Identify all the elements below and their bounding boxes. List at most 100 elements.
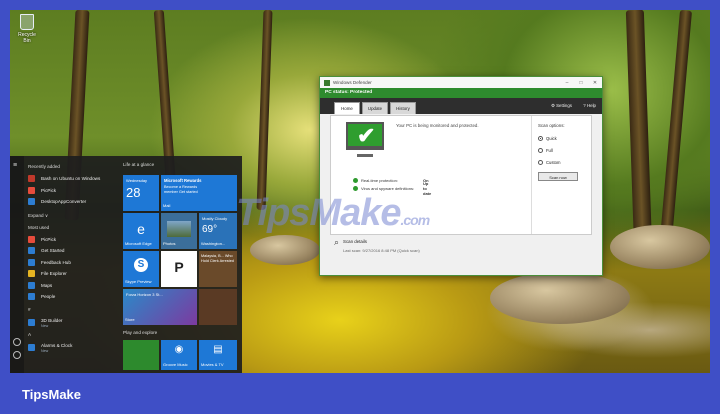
app-item[interactable]: Bash on Ubuntu on Windows	[28, 173, 123, 185]
maximize-icon[interactable]: □	[574, 80, 588, 86]
app-label: Feedback Hub	[41, 259, 71, 265]
app-item[interactable]: PicPick	[28, 185, 123, 197]
app-list: Recently added Bash on Ubuntu on Windows…	[28, 162, 123, 355]
tab-home[interactable]: Home	[334, 102, 360, 114]
app-item[interactable]: DesktopAppConverter	[28, 196, 123, 208]
app-item[interactable]: Feedback Hub	[28, 257, 123, 269]
expand-link[interactable]: Expand ∨	[28, 213, 123, 219]
a-header: A	[28, 331, 32, 337]
option-label: Full	[546, 148, 553, 153]
power-icon[interactable]	[13, 351, 21, 359]
status-bar: PC status: Protected	[320, 88, 602, 98]
app-label: File Explorer	[41, 271, 67, 277]
app-label: Bash on Ubuntu on Windows	[41, 176, 101, 182]
hash-header: #	[28, 306, 31, 312]
weather-temp: 69°	[202, 224, 218, 235]
option-label: Quick	[546, 136, 557, 141]
app-item[interactable]: People	[28, 291, 123, 303]
scan-details-heading[interactable]: Scan details	[343, 239, 420, 244]
window-titlebar: Windows Defender – □ ✕	[320, 77, 602, 88]
app-item[interactable]: 3D Builder New	[28, 316, 123, 330]
people-icon	[28, 293, 35, 301]
movies-tile[interactable]: ▤ Movies & TV	[199, 340, 237, 370]
weather-condition: Mostly Cloudy	[202, 216, 228, 221]
ok-status-icon	[353, 186, 358, 191]
app-item[interactable]: Alarms & Clock New	[28, 341, 123, 355]
defender-app-icon	[324, 79, 330, 86]
skype-tile[interactable]: S Skype Preview	[123, 251, 159, 287]
definitions-label: Virus and spyware definitions:	[361, 186, 415, 191]
tile-area: Life at a glance Wednesday 28 Microsoft …	[123, 162, 241, 370]
app-item[interactable]: File Explorer	[28, 268, 123, 280]
search-icon: ⌕	[334, 237, 340, 247]
scan-option-full[interactable]: Full	[538, 148, 585, 153]
picpick-icon	[28, 235, 35, 243]
help-link[interactable]: ? Help	[583, 103, 596, 108]
defender-window: Windows Defender – □ ✕ PC status: Protec…	[319, 76, 603, 276]
hamburger-icon[interactable]: ≡	[13, 162, 21, 170]
scan-options: Scan options: Quick Full Custom Scan now	[531, 116, 585, 234]
app-label: PicPick	[41, 236, 57, 242]
forza-label: Forza Horizon 3 St...	[126, 292, 163, 297]
maps-icon	[28, 281, 35, 289]
tab-update[interactable]: Update	[362, 102, 388, 114]
settings-gear-icon[interactable]	[13, 338, 21, 346]
photo-tile[interactable]	[199, 289, 237, 325]
close-icon[interactable]: ✕	[588, 80, 602, 86]
app-sub-label: New	[41, 348, 49, 353]
ok-status-icon	[353, 178, 358, 183]
feedback-icon	[28, 258, 35, 266]
radio-button[interactable]	[538, 136, 543, 141]
start-rail: ≡	[10, 156, 24, 373]
brand-label: TipsMake	[22, 387, 82, 402]
picpick-icon	[28, 186, 35, 194]
scan-option-custom[interactable]: Custom	[538, 160, 585, 165]
river-rock	[490, 272, 630, 324]
app-item[interactable]: Get Started	[28, 245, 123, 257]
xbox-tile[interactable]	[123, 340, 159, 370]
watermark-suffix: .com	[400, 212, 430, 228]
forza-tile[interactable]: Forza Horizon 3 St... Store	[123, 289, 197, 325]
scan-now-button[interactable]: Scan now	[538, 172, 578, 181]
mail-label: Mail	[163, 203, 171, 209]
settings-link[interactable]: ⚙ Settings	[551, 103, 572, 109]
radio-button[interactable]	[538, 148, 543, 153]
scan-option-quick[interactable]: Quick	[538, 136, 585, 141]
last-scan-text: Last scan: 9/27/2016 8:48 PM (Quick scan…	[343, 248, 420, 253]
news-tile[interactable]: Malaysia, B... Who Hold Clerk Arrested	[199, 251, 237, 287]
minimize-icon[interactable]: –	[560, 80, 574, 86]
app-item[interactable]: Maps	[28, 280, 123, 292]
photos-tile[interactable]: Photos	[161, 213, 197, 249]
groove-tile[interactable]: ◉ Groove Music	[161, 340, 197, 370]
start-menu: ≡ Recently added Bash on Ubuntu on Windo…	[10, 156, 242, 373]
rewards-title: Microsoft Rewards	[164, 178, 202, 183]
monitor-stand	[357, 154, 373, 157]
help-label: Help	[586, 103, 596, 108]
checkmark-icon: ✔	[357, 123, 376, 148]
picsart-tile[interactable]: P	[161, 251, 197, 287]
river-rock	[250, 235, 320, 265]
recycle-bin-icon[interactable]: Recycle Bin	[14, 14, 40, 44]
definitions-row: Virus and spyware definitions: Up to date	[353, 181, 431, 196]
edge-label: Microsoft Edge	[125, 241, 152, 247]
app-sub-label: New	[41, 323, 49, 328]
news-text: Malaysia, B... Who Hold Clerk Arrested	[201, 254, 234, 263]
folder-icon	[28, 270, 35, 278]
edge-tile[interactable]: e Microsoft Edge	[123, 213, 159, 249]
skype-label: Skype Preview	[125, 279, 152, 285]
skype-icon: S	[134, 258, 148, 272]
groove-icon: ◉	[174, 344, 184, 355]
calendar-number: 28	[126, 185, 141, 200]
app-label: Maps	[41, 282, 53, 288]
calendar-tile[interactable]: Wednesday 28	[123, 175, 159, 211]
weather-tile[interactable]: Mostly Cloudy 69° Washington...	[199, 213, 237, 249]
builder-icon	[28, 319, 35, 326]
tree-trunk	[256, 10, 273, 211]
app-label: DesktopAppConverter	[41, 199, 87, 205]
tab-history[interactable]: History	[390, 102, 416, 114]
rewards-tile[interactable]: Microsoft Rewards Become a Rewards membe…	[161, 175, 237, 211]
radio-button[interactable]	[538, 160, 543, 165]
most-used-header: Most used	[28, 224, 50, 230]
app-item[interactable]: PicPick	[28, 234, 123, 246]
recycle-bin-label: Recycle Bin	[18, 32, 36, 44]
